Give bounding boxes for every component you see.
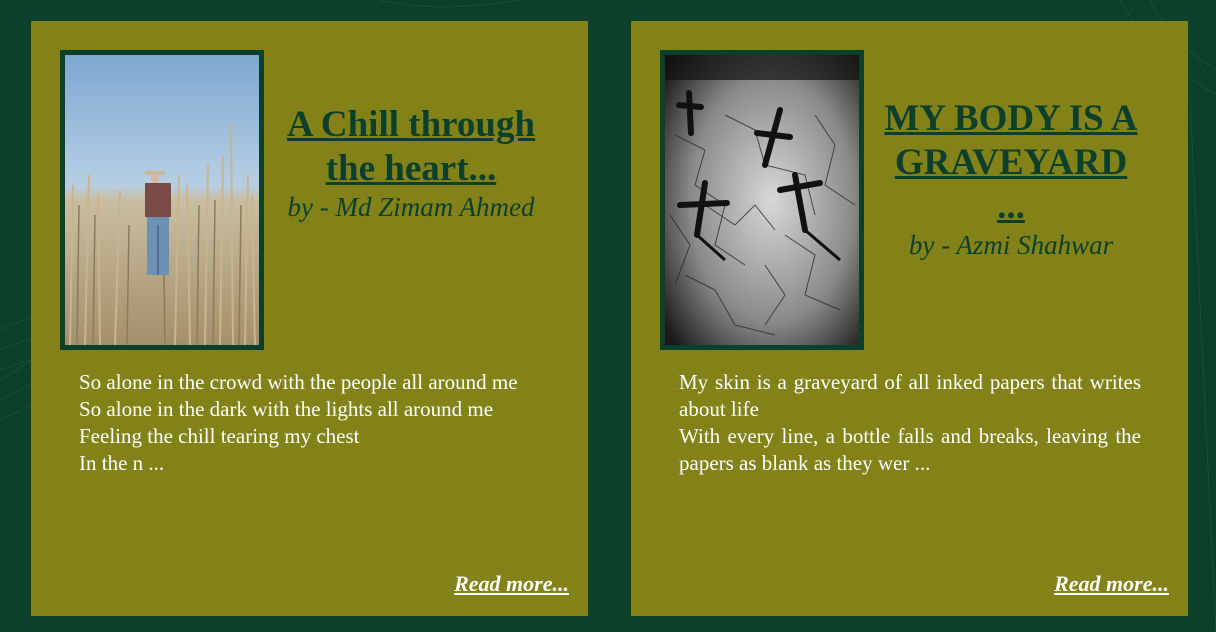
excerpt-line: In the n ...: [79, 451, 165, 475]
poem-title-block: A Chill through the heart... by - Md Zim…: [281, 103, 541, 224]
poem-title-link[interactable]: A Chill through the heart...: [281, 103, 541, 191]
excerpt-line: With every line, a bottle falls and brea…: [679, 424, 1141, 475]
poem-excerpt: My skin is a graveyard of all inked pape…: [679, 369, 1141, 477]
excerpt-line: So alone in the crowd with the people al…: [79, 370, 518, 394]
poem-title-link[interactable]: MY BODY IS A GRAVEYARD ...: [881, 97, 1141, 229]
poem-title-block: MY BODY IS A GRAVEYARD ... by - Azmi Sha…: [881, 97, 1141, 262]
read-more-link[interactable]: Read more...: [454, 571, 569, 597]
poem-card-1: A Chill through the heart... by - Md Zim…: [31, 21, 588, 616]
cornfield-photo: [65, 55, 259, 345]
excerpt-line: My skin is a graveyard of all inked pape…: [679, 370, 1141, 421]
excerpt-line: So alone in the dark with the lights all…: [79, 397, 494, 421]
poem-author: by - Md Zimam Ahmed: [287, 192, 535, 222]
poem-thumbnail[interactable]: [60, 50, 264, 350]
poem-card-2: MY BODY IS A GRAVEYARD ... by - Azmi Sha…: [631, 21, 1188, 616]
poem-excerpt: So alone in the crowd with the people al…: [79, 369, 541, 477]
graveyard-photo: [665, 55, 859, 345]
poem-author: by - Azmi Shahwar: [908, 230, 1114, 260]
excerpt-line: Feeling the chill tearing my chest: [79, 424, 360, 448]
poem-thumbnail[interactable]: [660, 50, 864, 350]
read-more-link[interactable]: Read more...: [1054, 571, 1169, 597]
